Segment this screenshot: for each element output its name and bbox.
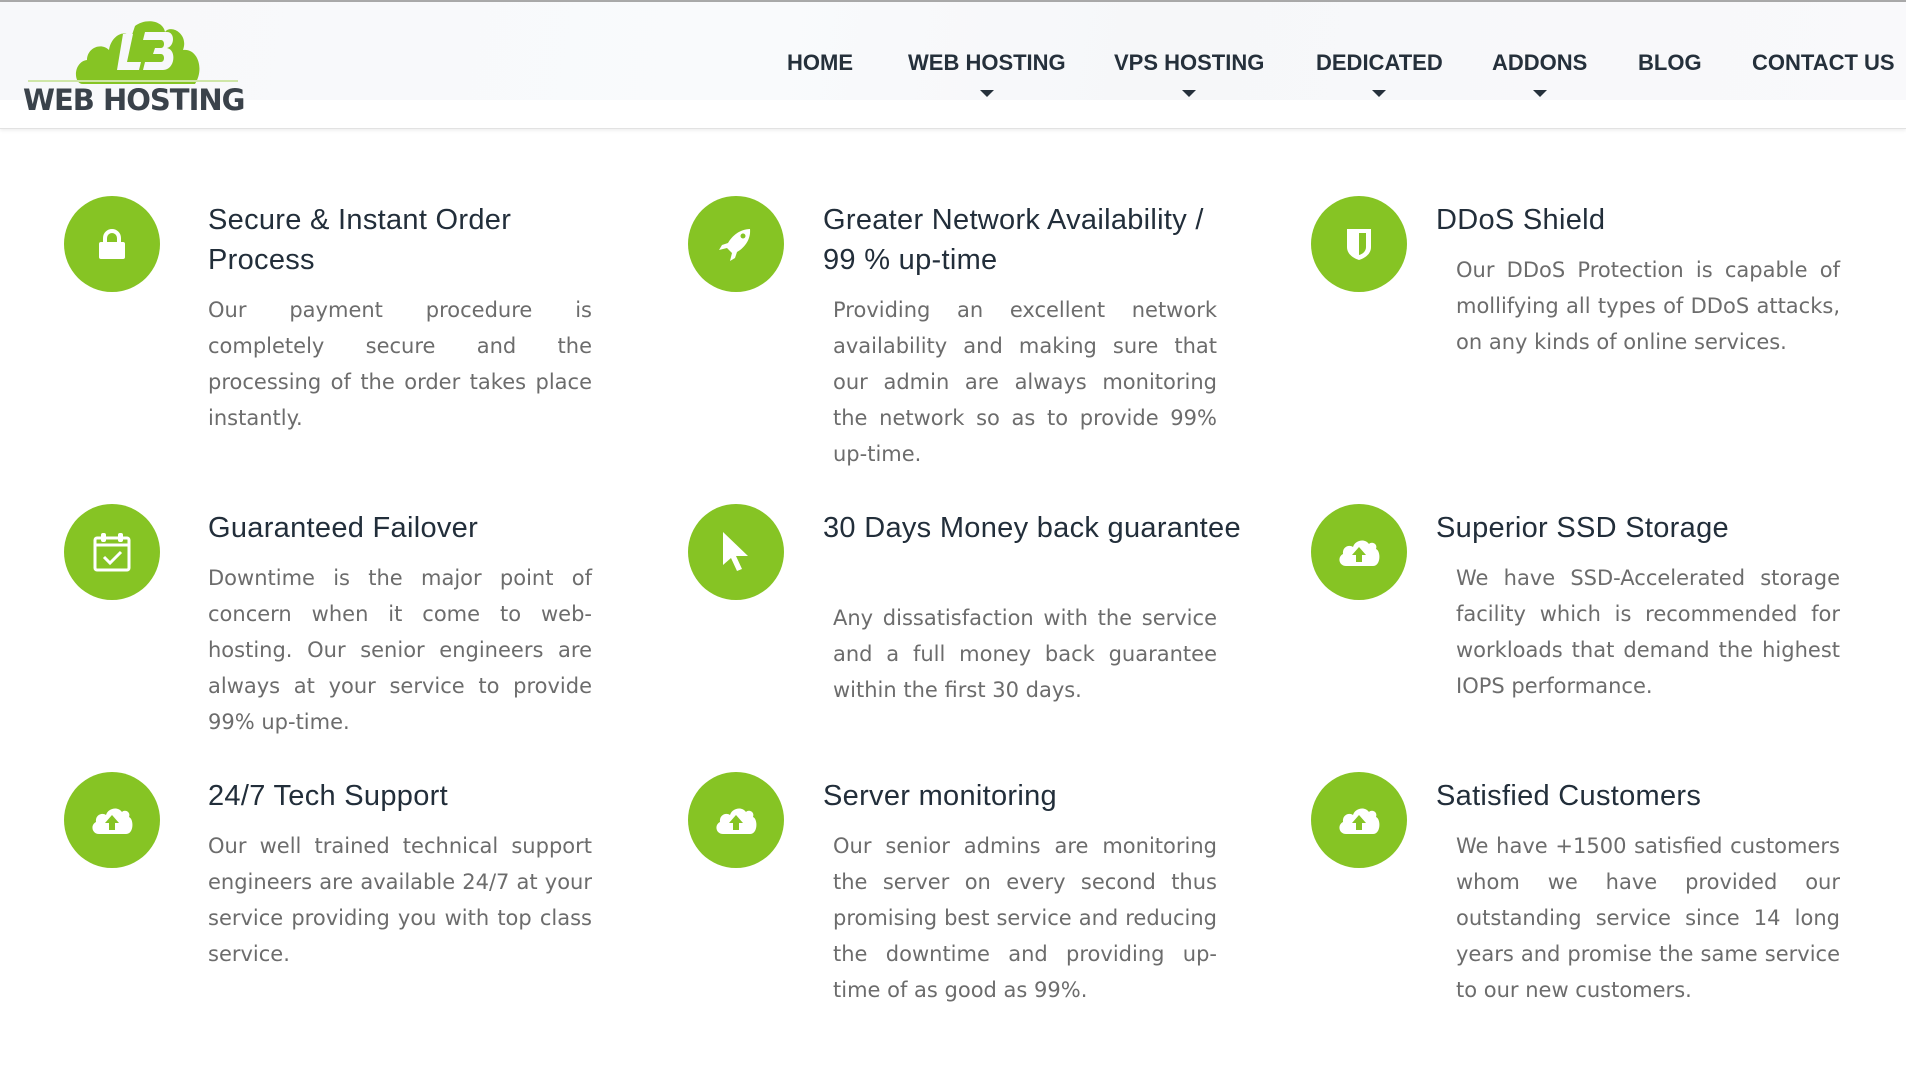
nav-addons-label: ADDONS <box>1492 50 1588 75</box>
cloud-upload-icon <box>1339 540 1380 566</box>
calendar-check-icon <box>93 533 131 572</box>
feature-card: Satisfied Customers We have +1500 satisf… <box>1311 772 1871 1072</box>
feature-description: Our payment procedure is completely secu… <box>208 298 592 430</box>
feature-card: Server monitoring Our senior admins are … <box>688 772 1248 1072</box>
cloud-upload-icon <box>716 808 757 834</box>
nav-blog[interactable]: BLOG <box>1638 50 1702 76</box>
feature-description: Downtime is the major point of concern w… <box>208 566 592 734</box>
feature-description: Providing an excellent network availabil… <box>833 298 1217 466</box>
feature-icon-circle <box>688 196 784 292</box>
caret-down-icon <box>1532 90 1547 97</box>
rocket-icon <box>719 229 751 261</box>
feature-card: Greater Network Availability / 99 % up-t… <box>688 196 1248 496</box>
nav-blog-label: BLOG <box>1638 50 1702 75</box>
feature-title: Superior SSD Storage <box>1436 512 1729 544</box>
feature-icon-circle <box>1311 772 1407 868</box>
feature-card: 30 Days Money back guarantee Any dissati… <box>688 504 1248 804</box>
feature-title: 24/7 Tech Support <box>208 780 448 812</box>
cloud-upload-icon <box>92 808 133 834</box>
feature-title: Guaranteed Failover <box>208 512 479 544</box>
caret-down-icon <box>1372 90 1387 97</box>
nav-vps-hosting[interactable]: VPS HOSTING <box>1114 50 1265 97</box>
main-nav: HOME WEB HOSTING VPS HOSTING DEDICATED A… <box>0 50 1906 110</box>
feature-card: 24/7 Tech Support Our well trained techn… <box>64 772 624 1072</box>
feature-description: We have +1500 satisfied customers whom w… <box>1456 834 1840 1002</box>
feature-card: Guaranteed Failover Downtime is the majo… <box>64 504 624 804</box>
shield-icon <box>1347 229 1371 260</box>
feature-card: DDoS Shield Our DDoS Protection is capab… <box>1311 196 1871 496</box>
nav-contact-us-label: CONTACT US <box>1752 50 1895 75</box>
feature-icon-circle <box>1311 504 1407 600</box>
feature-card: Superior SSD Storage We have SSD-Acceler… <box>1311 504 1871 804</box>
caret-down-icon <box>979 90 994 97</box>
cloud-upload-icon <box>1339 808 1380 834</box>
nav-web-hosting-label: WEB HOSTING <box>908 50 1066 75</box>
nav-dedicated[interactable]: DEDICATED <box>1316 50 1443 97</box>
nav-dedicated-label: DEDICATED <box>1316 50 1443 75</box>
feature-icon-circle <box>64 196 160 292</box>
nav-web-hosting[interactable]: WEB HOSTING <box>908 50 1066 97</box>
feature-card: Secure & Instant Order Process Our payme… <box>64 196 624 496</box>
nav-home-label: HOME <box>787 50 853 75</box>
feature-description: Our senior admins are monitoring the ser… <box>833 834 1217 1002</box>
feature-icon-circle <box>1311 196 1407 292</box>
caret-down-icon <box>1182 90 1197 97</box>
feature-icon-circle <box>688 772 784 868</box>
feature-title: Satisfied Customers <box>1436 780 1702 812</box>
feature-title: DDoS Shield <box>1436 204 1606 236</box>
feature-description: Any dissatisfaction with the service and… <box>833 606 1217 702</box>
nav-home[interactable]: HOME <box>787 50 853 76</box>
site-header: WEB HOSTING HOME WEB HOSTING VPS HOSTING… <box>0 2 1906 129</box>
feature-title: Secure & Instant Order Process <box>208 204 512 276</box>
feature-description: Our DDoS Protection is capable of mollif… <box>1456 258 1840 354</box>
nav-vps-hosting-label: VPS HOSTING <box>1114 50 1265 75</box>
feature-icon-circle <box>64 504 160 600</box>
nav-addons[interactable]: ADDONS <box>1492 50 1588 97</box>
nav-contact-us[interactable]: CONTACT US <box>1752 50 1895 76</box>
feature-title: 30 Days Money back guarantee <box>823 512 1241 544</box>
lock-icon <box>99 229 125 259</box>
feature-icon-circle <box>688 504 784 600</box>
feature-title: Greater Network Availability / 99 % up-t… <box>823 204 1204 276</box>
feature-description: Our well trained technical support engin… <box>208 834 592 966</box>
cursor-pointer-icon <box>723 532 748 571</box>
feature-title: Server monitoring <box>823 780 1057 812</box>
feature-description: We have SSD-Accelerated storage facility… <box>1456 566 1840 698</box>
feature-icon-circle <box>64 772 160 868</box>
